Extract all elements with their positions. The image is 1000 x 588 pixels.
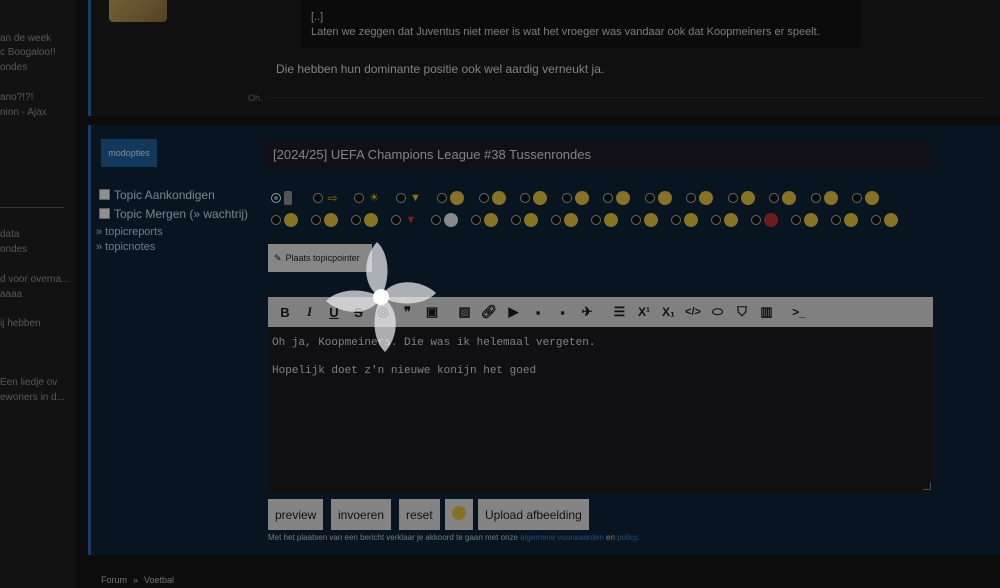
loading-overlay xyxy=(0,0,1000,588)
loading-spinner-icon xyxy=(326,242,436,352)
